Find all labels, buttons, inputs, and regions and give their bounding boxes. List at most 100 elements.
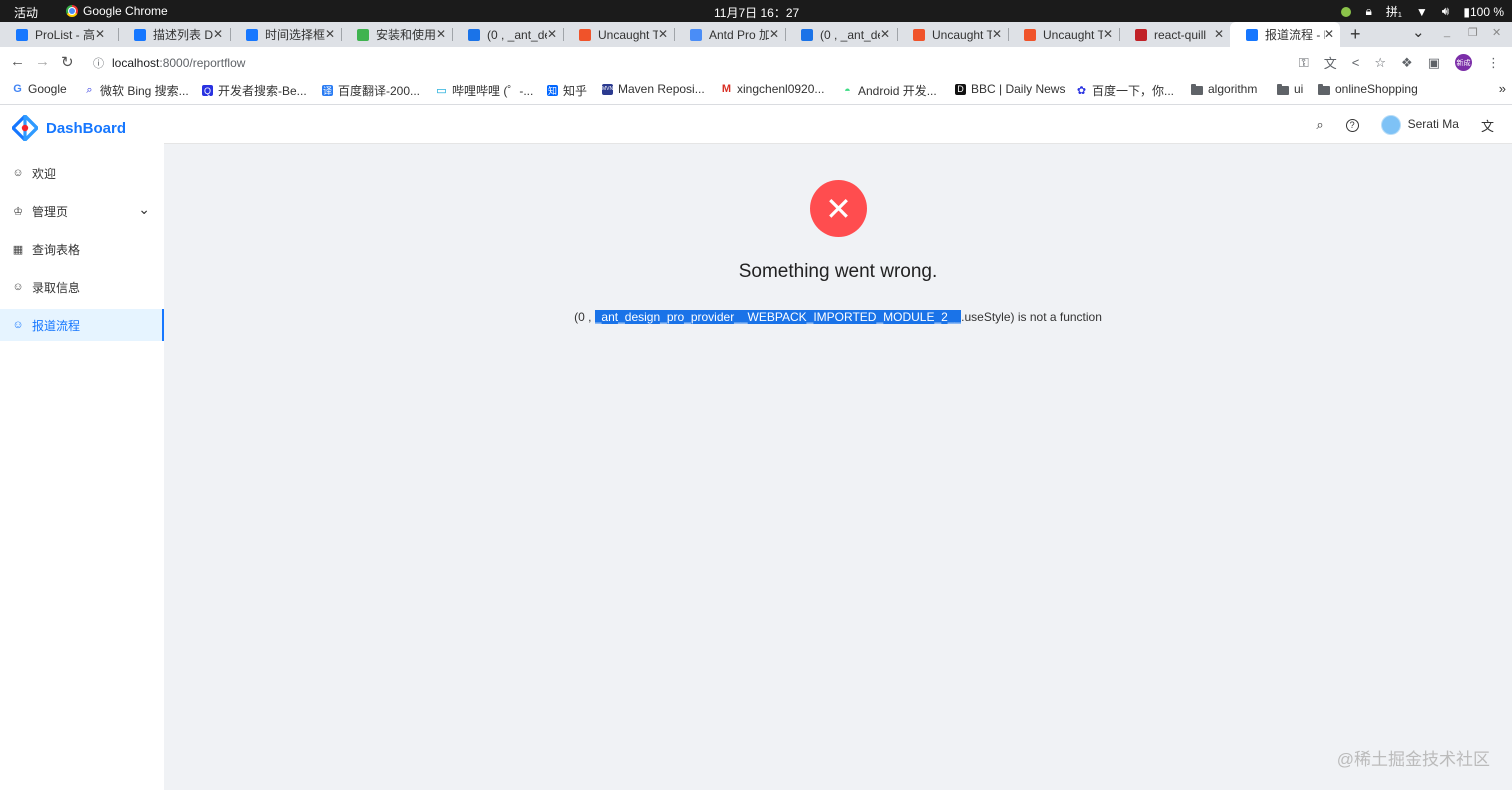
tab-title: (0 , _ant_de — [820, 27, 880, 42]
url-host: localhost — [112, 56, 160, 70]
tab-close-icon[interactable]: ✕ — [436, 27, 446, 41]
tab-11[interactable]: react-quill ✕ — [1119, 22, 1230, 47]
tab-separator — [1119, 28, 1120, 41]
info-icon[interactable]: ⓘ — [93, 55, 104, 71]
bookmark-13[interactable]: ui — [1277, 82, 1303, 96]
tab-1[interactable]: ProList - 高 ✕ — [0, 22, 111, 47]
activities-button[interactable]: 活动 — [14, 4, 38, 21]
tab-separator — [341, 28, 342, 41]
bookmark-14[interactable]: onlineShopping — [1318, 82, 1418, 96]
search-icon[interactable]: ⌕ — [1316, 117, 1323, 133]
smile-icon: ☺ — [12, 167, 24, 179]
question-icon[interactable]: ? — [1345, 118, 1359, 132]
bookmark-2[interactable]: ⌕ 微软 Bing 搜索... — [84, 82, 188, 99]
profile-avatar[interactable]: 新成 — [1455, 54, 1472, 71]
tab-8[interactable]: (0 , _ant_de ✕ — [785, 22, 896, 47]
tab-4[interactable]: 安装和使用 ✕ — [341, 22, 452, 47]
sidepanel-icon[interactable]: ▣ — [1428, 55, 1440, 71]
translate-icon[interactable]: 文 — [1324, 53, 1337, 72]
url-path: :8000/reportflow — [159, 56, 246, 70]
tab-title: (0 , _ant_de — [487, 27, 547, 42]
tab-close-icon[interactable]: ✕ — [95, 27, 105, 41]
tab-favicon-icon — [1246, 28, 1258, 41]
tab-separator — [230, 28, 231, 41]
sidebar-item-4[interactable]: ☺ 录取信息 — [0, 271, 164, 303]
address-bar[interactable]: ⓘ localhost:8000/reportflow — [93, 55, 245, 71]
tab-favicon-icon — [690, 28, 702, 41]
user-menu[interactable]: Serati Ma — [1380, 115, 1459, 135]
tab-close-icon[interactable]: ✕ — [880, 27, 890, 41]
bookmark-11[interactable]: ✿ 百度一下，你... — [1076, 82, 1174, 99]
tab-favicon-icon — [357, 28, 369, 41]
tab-9[interactable]: Uncaught T ✕ — [897, 22, 1008, 47]
paw-icon: ✿ — [1076, 85, 1087, 97]
more-icon[interactable]: ⋮ — [1487, 55, 1500, 71]
key-icon[interactable]: ⚿ — [1299, 55, 1309, 71]
tab-favicon-icon — [1024, 28, 1036, 41]
language-icon[interactable]: 文 — [1481, 116, 1494, 135]
share-icon[interactable]: < — [1352, 55, 1360, 70]
minimize-icon[interactable]: _ — [1444, 26, 1450, 38]
bookmark-1[interactable]: G Google — [12, 82, 66, 96]
tab-10[interactable]: Uncaught T ✕ — [1008, 22, 1119, 47]
tab-close-icon[interactable]: ✕ — [1214, 27, 1224, 41]
app-name: Google Chrome — [83, 4, 168, 18]
bookmark-favicon-icon: 知 — [547, 85, 558, 96]
tab-close-icon[interactable]: ✕ — [547, 27, 557, 41]
sidebar-item-5[interactable]: ☺ 报道流程 — [0, 309, 164, 341]
restore-icon[interactable]: ❐ — [1468, 26, 1478, 39]
sidebar-item-2[interactable]: ♔ 管理页 ⌄ — [0, 195, 164, 227]
sidebar-item-1[interactable]: ☺ 欢迎 — [0, 157, 164, 189]
tab-5[interactable]: (0 , _ant_de ✕ — [452, 22, 563, 47]
tab-close-icon[interactable]: ✕ — [325, 27, 335, 41]
tab-search-icon[interactable]: ⌄ — [1412, 23, 1425, 41]
sidebar-item-3[interactable]: ▦ 查询表格 — [0, 233, 164, 265]
tab-close-icon[interactable]: ✕ — [1103, 27, 1113, 41]
bookmark-5[interactable]: ▭ 哔哩哔哩 (゜-... — [436, 82, 533, 99]
bookmark-8[interactable]: Mxingchenl0920... — [721, 82, 825, 96]
star-icon[interactable]: ☆ — [1374, 55, 1386, 71]
bookmarks-overflow-icon[interactable]: » — [1499, 81, 1506, 96]
extensions-icon[interactable]: ❖ — [1401, 55, 1413, 71]
tab-7[interactable]: Antd Pro 加 ✕ — [674, 22, 785, 47]
tab-close-icon[interactable]: ✕ — [1324, 27, 1334, 41]
bookmark-6[interactable]: 知知乎 — [547, 82, 587, 99]
tab-12[interactable]: 报道流程 - D✕ — [1230, 22, 1340, 47]
sidebar-item-label: 报道流程 — [32, 318, 81, 333]
forward-icon[interactable]: → — [35, 53, 50, 70]
crown-icon: ♔ — [13, 205, 23, 218]
new-tab-icon[interactable]: + — [1350, 24, 1361, 45]
tab-separator — [1008, 28, 1009, 41]
bookmark-7[interactable]: MVN Maven Reposi... — [602, 82, 705, 96]
bookmark-9[interactable]: ◓ Android 开发... — [842, 82, 937, 99]
clock[interactable]: 11月7日 16：27 — [714, 4, 799, 21]
bookmark-3[interactable]: Q 开发者搜索-Be... — [202, 82, 307, 99]
bookmark-12[interactable]: algorithm — [1191, 82, 1257, 96]
reload-icon[interactable]: ↻ — [61, 53, 74, 71]
tab-favicon-icon — [16, 28, 28, 41]
system-tray[interactable]: 🔒︎ 拼₁ ▼ 🔊︎ ▮100 % — [1341, 3, 1504, 20]
tab-close-icon[interactable]: ✕ — [658, 27, 668, 41]
app-menu[interactable]: Google Chrome — [66, 4, 168, 18]
close-circle-icon: ✕ — [810, 180, 867, 237]
tab-favicon-icon — [579, 28, 591, 41]
tab-2[interactable]: 描述列表 D ✕ — [118, 22, 229, 47]
window-close-icon[interactable]: ✕ — [1492, 26, 1501, 39]
bookmark-4[interactable]: 译百度翻译-200... — [322, 82, 420, 99]
tab-separator — [674, 28, 675, 41]
tab-close-icon[interactable]: ✕ — [992, 27, 1002, 41]
tab-3[interactable]: 时间选择框 ✕ — [230, 22, 341, 47]
tab-separator — [897, 28, 898, 41]
brand-logo[interactable]: DashBoard — [12, 115, 126, 141]
battery-label: 100 % — [1469, 4, 1504, 19]
tab-close-icon[interactable]: ✕ — [769, 27, 779, 41]
bookmark-label: algorithm — [1208, 82, 1258, 96]
input-method-indicator[interactable]: 拼₁ — [1386, 3, 1402, 20]
tab-6[interactable]: Uncaught T ✕ — [563, 22, 674, 47]
back-icon[interactable]: ← — [10, 53, 25, 70]
bookmark-label: onlineShopping — [1335, 82, 1418, 96]
bookmark-10[interactable]: D BBC | Daily News — [955, 82, 1065, 96]
avatar — [1380, 115, 1401, 135]
bookmark-label: 百度一下，你... — [1092, 84, 1175, 98]
tab-close-icon[interactable]: ✕ — [213, 27, 223, 41]
